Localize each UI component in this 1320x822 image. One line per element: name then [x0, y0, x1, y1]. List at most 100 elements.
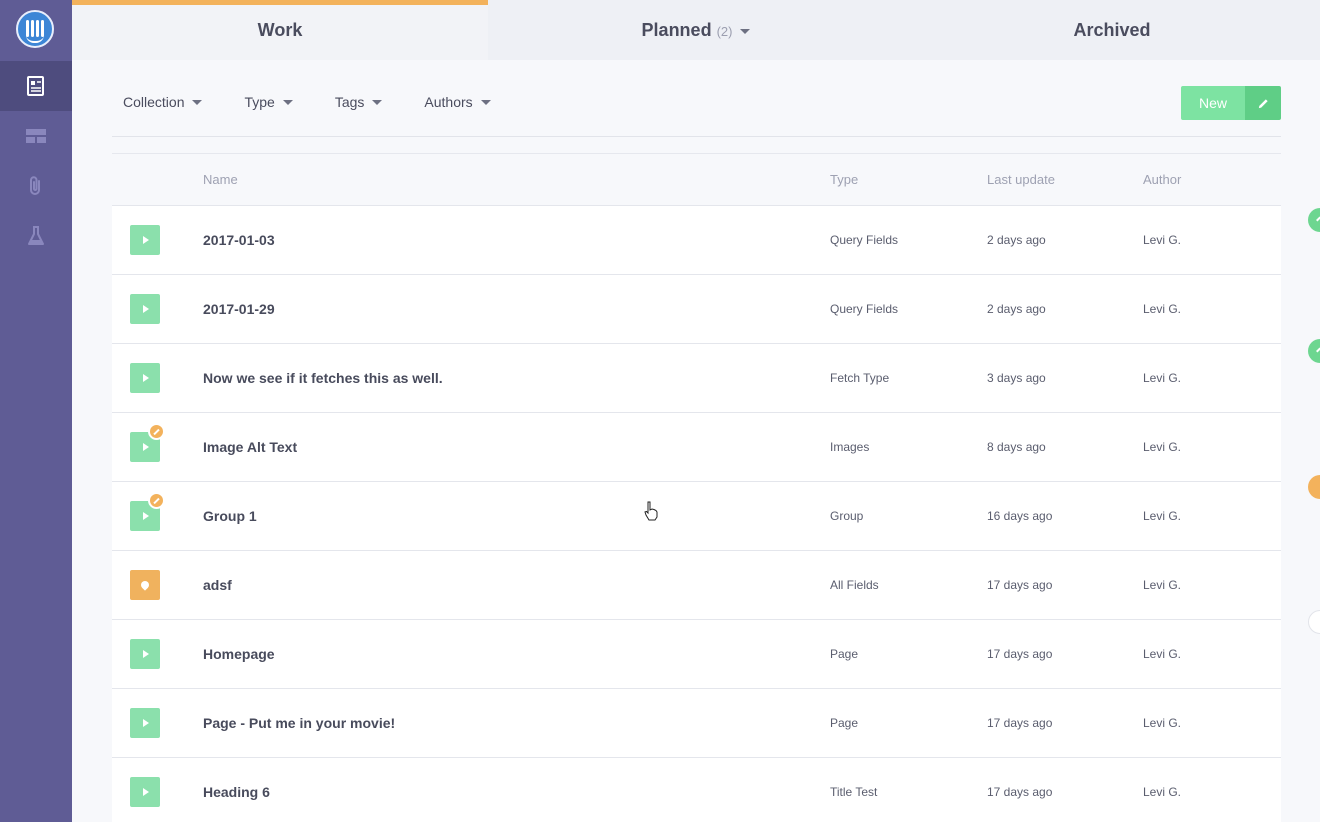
- tab-work-label: Work: [257, 19, 303, 40]
- row-name: 2017-01-03: [203, 232, 275, 248]
- row-icon-cell: [112, 639, 203, 669]
- filter-collection[interactable]: Collection: [112, 84, 213, 120]
- row-name: 2017-01-29: [203, 301, 275, 317]
- logo-icon[interactable]: [16, 10, 54, 48]
- row-last-update: 16 days ago: [987, 509, 1053, 523]
- published-icon: [130, 708, 160, 738]
- row-icon-cell: [112, 570, 203, 600]
- row-last-update: 2 days ago: [987, 302, 1046, 316]
- row-icon-cell: [112, 225, 203, 255]
- row-type: Group: [830, 509, 864, 523]
- published-icon: [130, 639, 160, 669]
- row-icon-cell: [112, 294, 203, 324]
- header-last-update[interactable]: Last update: [987, 172, 1143, 187]
- table-row[interactable]: Page - Put me in your movie! Page 17 days …: [112, 688, 1281, 757]
- chevron-down-icon: [282, 99, 293, 105]
- table-row[interactable]: adsf All Fields 17 days ago Levi G.: [112, 550, 1281, 619]
- row-type: Page: [830, 716, 859, 730]
- tab-work[interactable]: Work: [72, 0, 488, 60]
- table-row[interactable]: Homepage Page 17 days ago Levi G.: [112, 619, 1281, 688]
- tab-planned-count: (2): [716, 24, 733, 39]
- row-author: Levi G.: [1143, 647, 1182, 661]
- chevron-down-icon: [192, 99, 203, 105]
- row-type: Fetch Type: [830, 371, 890, 385]
- filter-type-label: Type: [244, 94, 275, 110]
- table-row[interactable]: 2017-01-29 Query Fields 2 days ago Levi G.: [112, 274, 1281, 343]
- status-dot-published: [1308, 208, 1320, 232]
- published-icon: [130, 294, 160, 324]
- row-icon-cell: [112, 708, 203, 738]
- row-name: Now we see if it fetches this as well.: [203, 370, 443, 386]
- row-name: Image Alt Text: [203, 439, 298, 455]
- published-icon: [130, 225, 160, 255]
- row-author: Levi G.: [1143, 509, 1182, 523]
- chevron-down-icon: [480, 99, 491, 105]
- sidebar-item-layout[interactable]: [0, 111, 72, 161]
- header-type[interactable]: Type: [830, 172, 987, 187]
- sidebar-item-media[interactable]: [0, 161, 72, 211]
- new-button-label[interactable]: New: [1181, 86, 1245, 120]
- row-name: Heading 6: [203, 784, 270, 800]
- row-last-update: 8 days ago: [987, 440, 1046, 454]
- row-icon-cell: [112, 492, 203, 531]
- row-type: Page: [830, 647, 859, 661]
- row-author: Levi G.: [1143, 233, 1182, 247]
- row-author: Levi G.: [1143, 716, 1182, 730]
- sidebar-item-documents[interactable]: [0, 61, 72, 111]
- header-name[interactable]: Name: [203, 172, 830, 187]
- status-dot-published: [1308, 339, 1320, 363]
- filter-authors[interactable]: Authors: [413, 84, 501, 120]
- table-row[interactable]: 2017-01-03 Query Fields 2 days ago Levi G.: [112, 205, 1281, 274]
- row-name: Page - Put me in your movie!: [203, 715, 396, 731]
- filter-bar: Collection Type Tags Authors: [112, 84, 522, 120]
- tab-archived[interactable]: Archived: [904, 0, 1320, 60]
- row-icon-cell: [112, 777, 203, 807]
- filter-collection-label: Collection: [123, 94, 185, 110]
- status-dot-draft: [1308, 475, 1320, 499]
- row-author: Levi G.: [1143, 371, 1182, 385]
- header-author[interactable]: Author: [1143, 172, 1281, 187]
- row-last-update: 17 days ago: [987, 647, 1053, 661]
- table-row[interactable]: Group 1 Group 16 days ago Levi G.: [112, 481, 1281, 550]
- row-last-update: 2 days ago: [987, 233, 1046, 247]
- scroll-toggle-button[interactable]: [1308, 610, 1320, 634]
- row-author: Levi G.: [1143, 440, 1182, 454]
- filter-type[interactable]: Type: [233, 84, 303, 120]
- row-name: adsf: [203, 577, 232, 593]
- table-row[interactable]: Now we see if it fetches this as well. Fe…: [112, 343, 1281, 412]
- sidebar: [0, 0, 72, 822]
- new-document-button[interactable]: New: [1181, 86, 1281, 120]
- row-last-update: 17 days ago: [987, 716, 1053, 730]
- sidebar-item-experiments[interactable]: [0, 211, 72, 261]
- row-last-update: 17 days ago: [987, 578, 1053, 592]
- row-name: Homepage: [203, 646, 275, 662]
- row-type: All Fields: [830, 578, 879, 592]
- chevron-down-icon[interactable]: [740, 29, 751, 34]
- flask-icon: [28, 226, 44, 245]
- row-icon-cell: [112, 363, 203, 393]
- tab-archived-label: Archived: [1073, 19, 1151, 40]
- layout-icon: [26, 129, 46, 143]
- table-row[interactable]: Image Alt Text Images 8 days ago Levi G.: [112, 412, 1281, 481]
- row-icon-cell: [112, 423, 203, 462]
- table-header: Name Type Last update Author: [112, 153, 1281, 205]
- document-tabs: Work Planned (2) Archived: [72, 0, 1320, 60]
- row-author: Levi G.: [1143, 785, 1182, 799]
- documents-icon: [27, 76, 44, 96]
- row-name: Group 1: [203, 508, 257, 524]
- filter-authors-label: Authors: [424, 94, 473, 110]
- table-row[interactable]: Heading 6 Title Test 17 days ago Levi G.: [112, 757, 1281, 822]
- paperclip-icon: [30, 176, 40, 195]
- edited-badge-icon: [148, 423, 165, 440]
- row-last-update: 3 days ago: [987, 371, 1046, 385]
- tab-planned[interactable]: Planned (2): [488, 0, 904, 60]
- row-type: Images: [830, 440, 870, 454]
- filter-tags[interactable]: Tags: [324, 84, 394, 120]
- row-type: Title Test: [830, 785, 878, 799]
- row-author: Levi G.: [1143, 302, 1182, 316]
- pencil-icon[interactable]: [1245, 86, 1281, 120]
- edited-badge-icon: [148, 492, 165, 509]
- filter-divider: [112, 136, 1281, 137]
- published-icon: [130, 777, 160, 807]
- draft-icon: [130, 570, 160, 600]
